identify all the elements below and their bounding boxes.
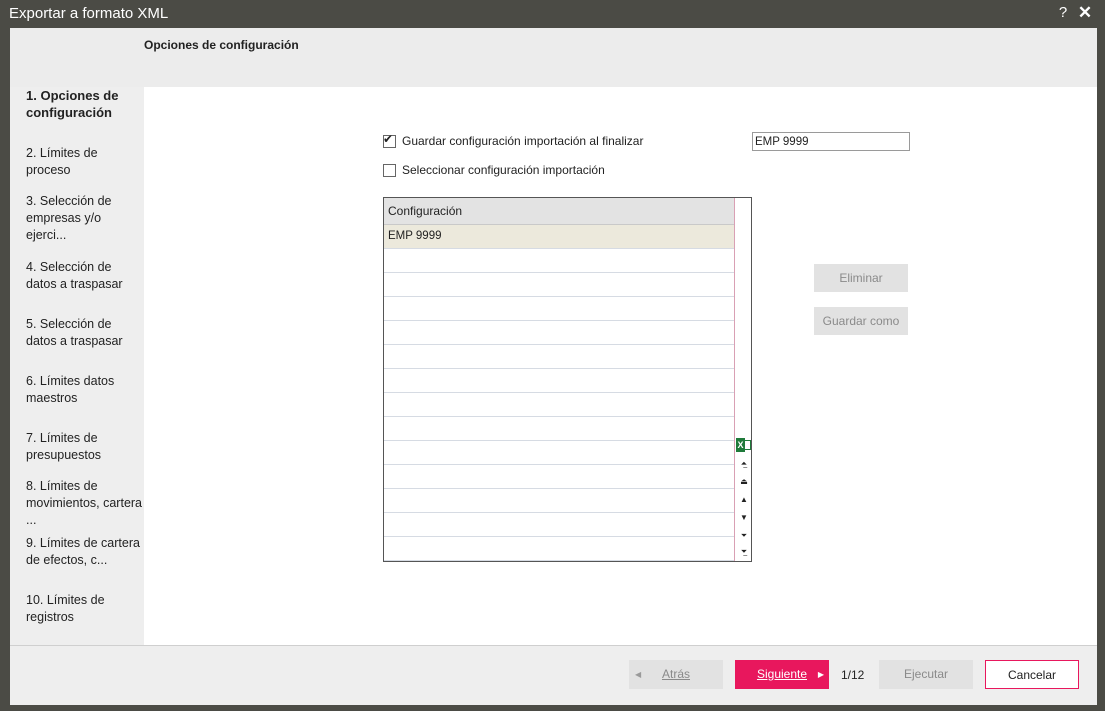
next-record-icon[interactable]: ▼ bbox=[737, 510, 751, 526]
select-config-label: Seleccionar configuración importación bbox=[402, 163, 605, 177]
delete-button[interactable]: Eliminar bbox=[814, 264, 908, 292]
page-up-icon[interactable]: ⏏ bbox=[737, 474, 751, 490]
step-7-limites-presupuestos[interactable]: 7. Límites de presupuestos bbox=[26, 430, 142, 464]
step-3-seleccion-empresas[interactable]: 3. Selección de empresas y/o ejerci... bbox=[26, 193, 142, 244]
save-config-label: Guardar configuración importación al fin… bbox=[402, 134, 644, 148]
header-strip: Opciones de configuración bbox=[10, 28, 1097, 87]
select-config-option[interactable]: Seleccionar configuración importación bbox=[383, 163, 605, 177]
table-row[interactable] bbox=[384, 489, 734, 513]
step-8-limites-movimientos[interactable]: 8. Límites de movimientos, cartera ... bbox=[26, 478, 142, 529]
page-down-icon[interactable]: ⏷ bbox=[737, 528, 751, 544]
close-button[interactable]: ✕ bbox=[1076, 3, 1094, 23]
run-button[interactable]: Ejecutar bbox=[879, 660, 973, 689]
table-row[interactable] bbox=[384, 297, 734, 321]
step-5-seleccion-datos[interactable]: 5. Selección de datos a traspasar bbox=[26, 316, 142, 350]
table-row[interactable] bbox=[384, 537, 734, 561]
table-row[interactable] bbox=[384, 465, 734, 489]
select-config-checkbox[interactable] bbox=[383, 163, 396, 177]
table-row[interactable] bbox=[384, 249, 734, 273]
step-1-opciones[interactable]: 1. Opciones de configuración bbox=[26, 87, 142, 121]
back-label: Atrás bbox=[661, 667, 690, 681]
grid-toolbar: X ⏶̲ ⏏ ▲ ▼ ⏷ ⏷̲ bbox=[734, 198, 751, 561]
table-cell: EMP 9999 bbox=[388, 230, 442, 242]
table-row[interactable] bbox=[384, 441, 734, 465]
table-row[interactable] bbox=[384, 417, 734, 441]
window-title: Exportar a formato XML bbox=[9, 5, 169, 22]
help-button[interactable]: ? bbox=[1056, 4, 1070, 22]
step-9-limites-cartera[interactable]: 9. Límites de cartera de efectos, c... bbox=[26, 535, 142, 569]
title-bar: Exportar a formato XML ? ✕ bbox=[0, 0, 1105, 28]
first-record-icon[interactable]: ⏶̲ bbox=[737, 456, 751, 472]
config-grid: Configuración EMP 9999 X ⏶̲ ⏏ ▲ ▼ ⏷ ⏷̲ bbox=[383, 197, 752, 562]
table-row[interactable] bbox=[384, 345, 734, 369]
table-row[interactable] bbox=[384, 273, 734, 297]
cancel-button[interactable]: Cancelar bbox=[985, 660, 1079, 689]
step-4-seleccion-datos[interactable]: 4. Selección de datos a traspasar bbox=[26, 259, 142, 293]
table-row[interactable] bbox=[384, 321, 734, 345]
next-label: Siguiente bbox=[756, 667, 808, 681]
page-heading: Opciones de configuración bbox=[144, 38, 299, 52]
step-2-limites-proceso[interactable]: 2. Límites de proceso bbox=[26, 145, 142, 179]
step-6-limites-maestros[interactable]: 6. Límites datos maestros bbox=[26, 373, 142, 407]
back-button[interactable]: ◀ Atrás bbox=[629, 660, 723, 689]
page-counter: 1/12 bbox=[841, 668, 865, 682]
footer-bar: ◀ Atrás Siguiente ▶ 1/12 Ejecutar Cancel… bbox=[10, 645, 1097, 705]
export-xml-dialog: Exportar a formato XML ? ✕ Opciones de c… bbox=[0, 0, 1105, 711]
grid-header[interactable]: Configuración bbox=[384, 198, 734, 225]
save-config-checkbox[interactable]: ✔ bbox=[383, 131, 396, 148]
wizard-steps: 1. Opciones de configuración 2. Límites … bbox=[10, 87, 144, 645]
step-10-limites-registros[interactable]: 10. Límites de registros bbox=[26, 592, 142, 626]
table-row[interactable] bbox=[384, 393, 734, 417]
next-arrow-icon: ▶ bbox=[817, 670, 824, 679]
table-row[interactable] bbox=[384, 369, 734, 393]
last-record-icon[interactable]: ⏷̲ bbox=[737, 544, 751, 560]
next-button[interactable]: Siguiente ▶ bbox=[735, 660, 829, 689]
table-row[interactable]: EMP 9999 bbox=[384, 225, 734, 249]
content-panel: ✔ Guardar configuración importación al f… bbox=[144, 87, 1097, 645]
check-icon: ✔ bbox=[383, 131, 394, 146]
table-row[interactable] bbox=[384, 513, 734, 537]
config-name-input[interactable] bbox=[752, 132, 910, 151]
excel-export-icon[interactable]: X bbox=[736, 438, 751, 452]
prev-record-icon[interactable]: ▲ bbox=[737, 492, 751, 508]
back-arrow-icon: ◀ bbox=[635, 670, 642, 679]
sheet-icon bbox=[744, 440, 751, 450]
save-as-button[interactable]: Guardar como bbox=[814, 307, 908, 335]
column-header-configuracion: Configuración bbox=[388, 204, 463, 218]
dialog-body: Opciones de configuración 1. Opciones de… bbox=[10, 28, 1097, 705]
save-config-option[interactable]: ✔ Guardar configuración importación al f… bbox=[383, 131, 644, 148]
